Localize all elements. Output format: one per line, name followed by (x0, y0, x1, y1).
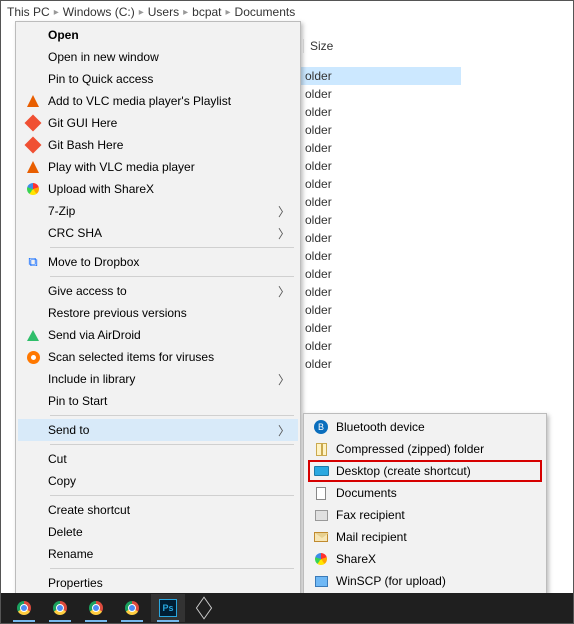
bluetooth-icon: B (310, 419, 332, 435)
zip-icon (310, 441, 332, 457)
menu-git-bash[interactable]: Git Bash Here (18, 134, 298, 156)
file-row[interactable]: older (301, 337, 461, 355)
sharex-icon (310, 551, 332, 567)
file-row[interactable]: older (301, 229, 461, 247)
sendto-bluetooth[interactable]: BBluetooth device (306, 416, 544, 438)
taskbar-chrome[interactable] (43, 594, 77, 622)
file-row[interactable]: older (301, 211, 461, 229)
winscp-icon (310, 573, 332, 589)
taskbar-chrome[interactable] (79, 594, 113, 622)
file-row[interactable]: older (301, 193, 461, 211)
chevron-right-icon: 〉 (278, 422, 290, 439)
menu-airdroid[interactable]: Send via AirDroid (18, 324, 298, 346)
menu-delete[interactable]: Delete (18, 521, 298, 543)
dropbox-icon: ⧉ (22, 254, 44, 270)
chevron-right-icon: 〉 (278, 371, 290, 388)
menu-separator (50, 415, 294, 416)
file-row[interactable]: older (301, 67, 461, 85)
menu-rename[interactable]: Rename (18, 543, 298, 565)
menu-vlc-play[interactable]: Play with VLC media player (18, 156, 298, 178)
file-row[interactable]: older (301, 139, 461, 157)
bc-seg[interactable]: Users (148, 5, 179, 19)
file-row[interactable]: older (301, 301, 461, 319)
file-row[interactable]: older (301, 247, 461, 265)
menu-create-shortcut[interactable]: Create shortcut (18, 499, 298, 521)
taskbar-chrome[interactable] (7, 594, 41, 622)
menu-sharex-upload[interactable]: Upload with ShareX (18, 178, 298, 200)
file-list: older older older older older older olde… (301, 67, 461, 373)
sendto-desktop-shortcut[interactable]: Desktop (create shortcut) (306, 460, 544, 482)
taskbar-chrome[interactable] (115, 594, 149, 622)
menu-send-to[interactable]: Send to〉 (18, 419, 298, 441)
file-row[interactable]: older (301, 121, 461, 139)
chevron-icon: ▸ (54, 7, 59, 18)
menu-include-library[interactable]: Include in library〉 (18, 368, 298, 390)
chevron-right-icon: 〉 (278, 203, 290, 220)
column-size[interactable]: Size (303, 39, 553, 53)
breadcrumb[interactable]: This PC ▸ Windows (C:) ▸ Users ▸ bcpat ▸ Doc… (1, 3, 301, 21)
chevron-right-icon: 〉 (278, 225, 290, 242)
file-row[interactable]: older (301, 175, 461, 193)
menu-separator (50, 247, 294, 248)
menu-open[interactable]: Open (18, 24, 298, 46)
menu-cut[interactable]: Cut (18, 448, 298, 470)
file-row[interactable]: older (301, 103, 461, 121)
avast-icon (22, 349, 44, 365)
file-row[interactable]: older (301, 85, 461, 103)
menu-restore[interactable]: Restore previous versions (18, 302, 298, 324)
file-row[interactable]: older (301, 319, 461, 337)
menu-separator (50, 444, 294, 445)
git-icon (22, 137, 44, 153)
airdroid-icon (22, 327, 44, 343)
menu-open-new-window[interactable]: Open in new window (18, 46, 298, 68)
taskbar-photoshop[interactable]: Ps (151, 594, 185, 622)
menu-separator (50, 568, 294, 569)
menu-copy[interactable]: Copy (18, 470, 298, 492)
menu-separator (50, 276, 294, 277)
taskbar-app[interactable] (187, 594, 221, 622)
desktop-icon (310, 463, 332, 479)
menu-crc-sha[interactable]: CRC SHA〉 (18, 222, 298, 244)
sendto-fax[interactable]: Fax recipient (306, 504, 544, 526)
git-icon (22, 115, 44, 131)
menu-give-access[interactable]: Give access to〉 (18, 280, 298, 302)
sendto-submenu: BBluetooth device Compressed (zipped) fo… (303, 413, 547, 617)
menu-pin-quick-access[interactable]: Pin to Quick access (18, 68, 298, 90)
sendto-documents[interactable]: Documents (306, 482, 544, 504)
bc-seg[interactable]: This PC (7, 5, 50, 19)
taskbar: Ps (1, 593, 573, 623)
vlc-icon (22, 93, 44, 109)
sendto-mail[interactable]: Mail recipient (306, 526, 544, 548)
chevron-icon: ▸ (226, 7, 231, 18)
menu-7zip[interactable]: 7-Zip〉 (18, 200, 298, 222)
menu-pin-start[interactable]: Pin to Start (18, 390, 298, 412)
sendto-compressed[interactable]: Compressed (zipped) folder (306, 438, 544, 460)
chevron-right-icon: 〉 (278, 283, 290, 300)
chevron-icon: ▸ (183, 7, 188, 18)
file-row[interactable]: older (301, 283, 461, 301)
fax-icon (310, 507, 332, 523)
menu-avast-scan[interactable]: Scan selected items for viruses (18, 346, 298, 368)
sharex-icon (22, 181, 44, 197)
vlc-icon (22, 159, 44, 175)
menu-git-gui[interactable]: Git GUI Here (18, 112, 298, 134)
sendto-winscp[interactable]: WinSCP (for upload) (306, 570, 544, 592)
menu-dropbox[interactable]: ⧉Move to Dropbox (18, 251, 298, 273)
document-icon (310, 485, 332, 501)
chevron-icon: ▸ (139, 7, 144, 18)
file-row[interactable]: older (301, 355, 461, 373)
menu-vlc-playlist[interactable]: Add to VLC media player's Playlist (18, 90, 298, 112)
bc-seg[interactable]: Documents (235, 5, 296, 19)
file-row[interactable]: older (301, 265, 461, 283)
column-headers: Size (303, 35, 553, 57)
menu-separator (50, 495, 294, 496)
bc-seg[interactable]: bcpat (192, 5, 221, 19)
bc-seg[interactable]: Windows (C:) (63, 5, 135, 19)
file-row[interactable]: older (301, 157, 461, 175)
context-menu: Open Open in new window Pin to Quick acc… (15, 21, 301, 597)
menu-properties[interactable]: Properties (18, 572, 298, 594)
mail-icon (310, 529, 332, 545)
sendto-sharex[interactable]: ShareX (306, 548, 544, 570)
